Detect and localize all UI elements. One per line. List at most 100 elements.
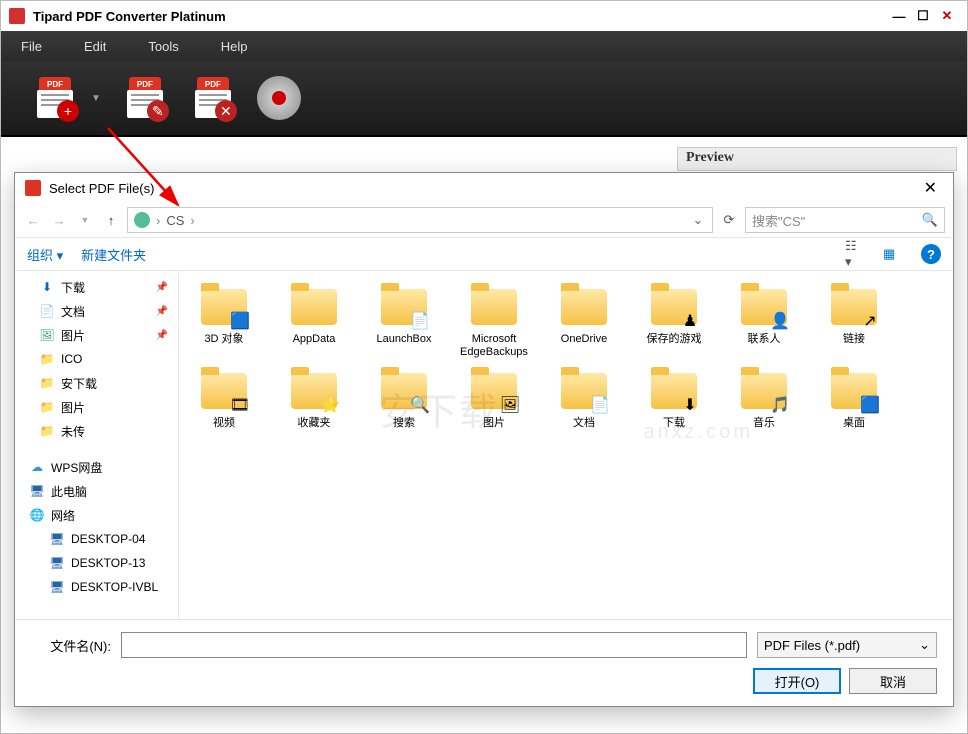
folder-icon: ⬇ bbox=[39, 279, 55, 295]
dialog-nav-bar: ← → ▼ ↑ › CS › ⌄ ⟳ 搜索"CS" 🔍 bbox=[15, 203, 953, 237]
search-input[interactable]: 搜索"CS" 🔍 bbox=[745, 207, 945, 233]
folder-item[interactable]: 👤联系人 bbox=[727, 283, 801, 359]
menu-edit[interactable]: Edit bbox=[84, 39, 106, 54]
sidebar-item[interactable]: 🖥 DESKTOP-IVBL bbox=[15, 575, 178, 599]
folder-icon: 👤 bbox=[738, 283, 790, 331]
folder-item[interactable]: 🖼图片 bbox=[457, 367, 531, 430]
folder-label: 下载 bbox=[663, 417, 685, 430]
device-icon: 🖥 bbox=[49, 579, 65, 595]
folder-item[interactable]: AppData bbox=[277, 283, 351, 359]
dialog-title: Select PDF File(s) bbox=[49, 181, 154, 196]
add-pdf-button[interactable]: PDF + bbox=[31, 74, 79, 122]
folder-item[interactable]: 🎵音乐 bbox=[727, 367, 801, 430]
sidebar-item-label: 图片 bbox=[61, 399, 85, 416]
folder-label: 文档 bbox=[573, 417, 595, 430]
sidebar-item[interactable]: 🖥DESKTOP-04 bbox=[15, 527, 178, 551]
sidebar-item[interactable]: 📁ICO bbox=[15, 347, 178, 371]
folder-item[interactable]: 🟦桌面 bbox=[817, 367, 891, 430]
folder-item[interactable]: 🔍搜索 bbox=[367, 367, 441, 430]
pdf-badge-icon: PDF bbox=[39, 77, 71, 91]
folder-item[interactable]: 📄 文档 bbox=[547, 367, 621, 430]
filename-input[interactable] bbox=[121, 632, 747, 658]
sidebar-item[interactable]: 📁 图片 bbox=[15, 395, 178, 419]
nav-recent-dropdown[interactable]: ▼ bbox=[75, 215, 95, 225]
dialog-footer: 文件名(N): PDF Files (*.pdf) ⌄ 打开(O) 取消 bbox=[15, 619, 953, 706]
folder-icon: ↗ bbox=[828, 283, 880, 331]
breadcrumb-dropdown[interactable]: ⌄ bbox=[690, 212, 706, 228]
remove-pdf-button[interactable]: PDF ✕ bbox=[189, 74, 237, 122]
pin-icon: 📌 bbox=[156, 282, 168, 293]
preview-panel-title: Preview bbox=[677, 147, 957, 171]
folder-item[interactable]: ♟保存的游戏 bbox=[637, 283, 711, 359]
minimize-button[interactable]: — bbox=[887, 9, 911, 24]
filetype-select[interactable]: PDF Files (*.pdf) ⌄ bbox=[757, 632, 937, 658]
folder-label: LaunchBox bbox=[376, 333, 431, 346]
filetype-value: PDF Files (*.pdf) bbox=[764, 638, 860, 653]
folder-icon: 📁 bbox=[39, 399, 55, 415]
organize-menu[interactable]: 组织 ▾ bbox=[27, 245, 63, 264]
chevron-down-icon: ⌄ bbox=[919, 637, 930, 653]
folder-icon: 📄 bbox=[558, 367, 610, 415]
view-options-button[interactable]: ☷ ▾ bbox=[845, 238, 865, 270]
cancel-button[interactable]: 取消 bbox=[849, 668, 937, 694]
folder-icon: 📁 bbox=[39, 351, 55, 367]
folder-item[interactable]: ⬇下载 bbox=[637, 367, 711, 430]
breadcrumb-folder[interactable]: CS bbox=[166, 213, 184, 228]
x-icon: ✕ bbox=[215, 100, 237, 122]
sidebar-item[interactable]: 📁安下载 bbox=[15, 371, 178, 395]
folder-item[interactable]: OneDrive bbox=[547, 283, 621, 359]
sidebar-item[interactable]: ☁ WPS网盘 bbox=[15, 455, 178, 479]
sidebar-item[interactable]: 🖥DESKTOP-13 bbox=[15, 551, 178, 575]
folder-icon: 🔍 bbox=[378, 367, 430, 415]
sidebar-item[interactable]: 🖼图片📌 bbox=[15, 323, 178, 347]
sidebar-item[interactable]: 🖥此电脑 bbox=[15, 479, 178, 503]
sidebar-item-label: WPS网盘 bbox=[51, 459, 102, 476]
refresh-button[interactable]: ⟳ bbox=[719, 212, 739, 228]
folder-overlay-icon: 🟦 bbox=[858, 393, 882, 417]
sidebar-item-label: DESKTOP-04 bbox=[71, 532, 145, 546]
folder-item[interactable]: 📄LaunchBox bbox=[367, 283, 441, 359]
sidebar-item-label: DESKTOP-IVBL bbox=[71, 580, 158, 594]
sidebar-item[interactable]: 📁未传 bbox=[15, 419, 178, 443]
sidebar-item[interactable]: 📄文档📌 bbox=[15, 299, 178, 323]
sidebar-item[interactable]: 🌐网络 bbox=[15, 503, 178, 527]
new-folder-button[interactable]: 新建文件夹 bbox=[81, 245, 146, 264]
folder-item[interactable]: ⭐收藏夹 bbox=[277, 367, 351, 430]
device-icon: ☁ bbox=[29, 459, 45, 475]
folder-item[interactable]: 🟦3D 对象 bbox=[187, 283, 261, 359]
folder-label: 视频 bbox=[213, 417, 235, 430]
menu-file[interactable]: File bbox=[21, 39, 42, 54]
dialog-file-area[interactable]: 🟦3D 对象AppData📄LaunchBoxMicrosoft EdgeBac… bbox=[179, 271, 953, 619]
folder-item[interactable]: ↗链接 bbox=[817, 283, 891, 359]
help-button[interactable]: ? bbox=[921, 244, 941, 264]
folder-label: OneDrive bbox=[561, 333, 607, 346]
folder-overlay-icon: ⭐ bbox=[318, 393, 342, 417]
sidebar-item-label: 图片 bbox=[61, 327, 85, 344]
device-icon: 🌐 bbox=[29, 507, 45, 523]
tool-bar: PDF + ▼ PDF ✎ PDF ✕ bbox=[1, 61, 967, 137]
add-pdf-dropdown[interactable]: ▼ bbox=[91, 93, 101, 104]
nav-back-button[interactable]: ← bbox=[23, 213, 43, 228]
folder-item[interactable]: 🎞 视频 bbox=[187, 367, 261, 430]
open-button[interactable]: 打开(O) bbox=[753, 668, 841, 694]
breadcrumb[interactable]: › CS › ⌄ bbox=[127, 207, 713, 233]
menu-bar: File Edit Tools Help bbox=[1, 31, 967, 61]
edit-pdf-button[interactable]: PDF ✎ bbox=[121, 74, 169, 122]
close-button[interactable]: ✕ bbox=[935, 8, 959, 24]
nav-forward-button[interactable]: → bbox=[49, 213, 69, 228]
preview-pane-button[interactable]: ▦ bbox=[883, 246, 903, 262]
maximize-button[interactable]: ☐ bbox=[911, 8, 935, 24]
menu-help[interactable]: Help bbox=[221, 39, 248, 54]
folder-overlay-icon: 🖼 bbox=[498, 393, 522, 417]
dialog-close-button[interactable]: ✕ bbox=[918, 178, 943, 198]
settings-button[interactable] bbox=[257, 76, 301, 120]
dialog-toolbar: 组织 ▾ 新建文件夹 ☷ ▾ ▦ ? bbox=[15, 237, 953, 271]
dialog-body: ⬇下载📌📄文档📌🖼图片📌📁ICO📁安下载📁图片📁未传☁WPS网盘🖥此电脑🌐网络🖥… bbox=[15, 271, 953, 619]
menu-tools[interactable]: Tools bbox=[148, 39, 178, 54]
folder-icon: 🎞 bbox=[198, 367, 250, 415]
folder-icon: ⭐ bbox=[288, 367, 340, 415]
pin-icon: 📌 bbox=[156, 306, 168, 317]
nav-up-button[interactable]: ↑ bbox=[101, 213, 121, 228]
folder-item[interactable]: Microsoft EdgeBackups bbox=[457, 283, 531, 359]
sidebar-item[interactable]: ⬇下载📌 bbox=[15, 275, 178, 299]
